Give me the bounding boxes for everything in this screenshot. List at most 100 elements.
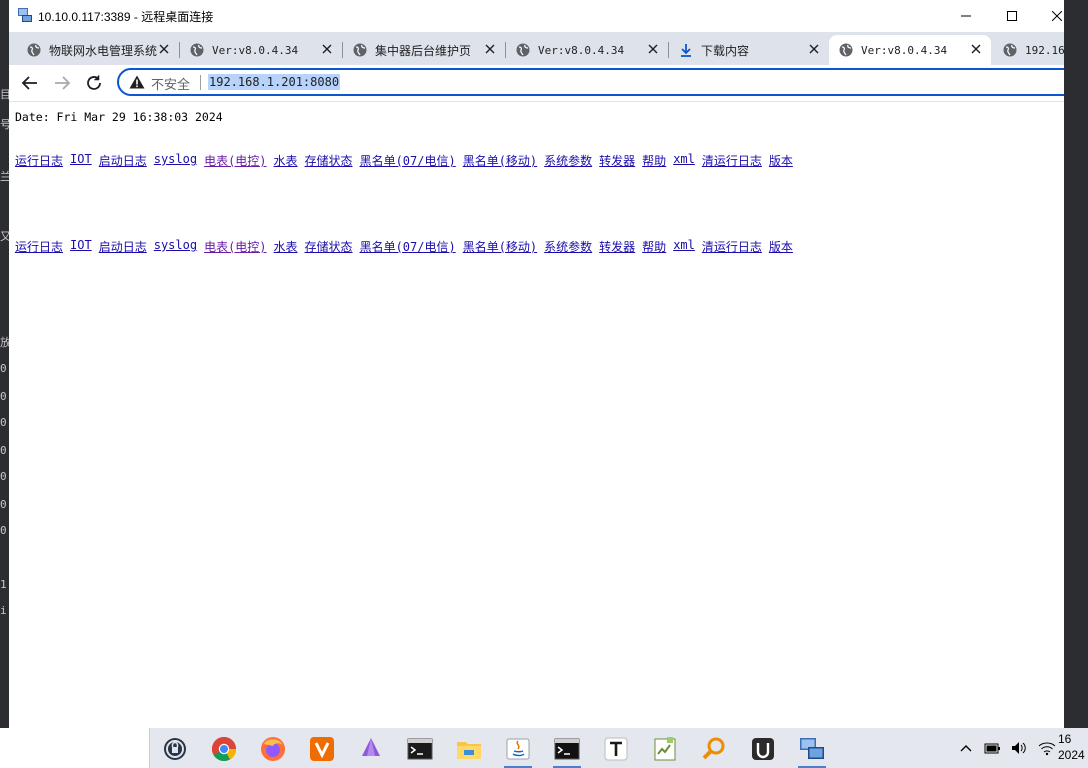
- address-bar[interactable]: 不安全 192.168.1.201:8080: [117, 68, 1064, 96]
- wifi-icon[interactable]: [1038, 740, 1056, 756]
- close-tab-icon[interactable]: [807, 42, 821, 56]
- tab-version-1[interactable]: Ver:v8.0.4.34: [180, 35, 343, 65]
- link-run-log[interactable]: 运行日志: [15, 152, 63, 169]
- file-explorer-icon: [457, 742, 481, 759]
- link-storage-status[interactable]: 存储状态: [305, 238, 353, 255]
- taskbar-app-file-explorer[interactable]: [449, 732, 489, 766]
- link-version[interactable]: 版本: [769, 152, 793, 169]
- chevron-up-icon[interactable]: [958, 740, 974, 756]
- link-help[interactable]: 帮助: [642, 238, 666, 255]
- speaker-icon[interactable]: [1010, 740, 1028, 756]
- system-tray: [958, 728, 1056, 768]
- background-char: 0: [0, 444, 7, 457]
- tab-label: 192.168: [1025, 43, 1064, 57]
- link-run-log[interactable]: 运行日志: [15, 238, 63, 255]
- browser-tab-strip: 物联网水电管理系统 Ver:v8.0.4.34 集中器后台维护页 Ver:v8.…: [9, 32, 1064, 65]
- taskbar-app-typora[interactable]: [596, 732, 636, 766]
- taskbar-app-unity[interactable]: [743, 732, 783, 766]
- close-tab-icon[interactable]: [483, 42, 497, 56]
- taskbar-app-vivaldi[interactable]: [302, 732, 342, 766]
- link-boot-log[interactable]: 启动日志: [99, 238, 147, 255]
- tab-iot-management[interactable]: 物联网水电管理系统: [17, 35, 180, 65]
- taskbar-app-firefox[interactable]: [253, 732, 293, 766]
- taskbar: 16 2024: [0, 728, 1088, 768]
- close-window-button[interactable]: [1034, 0, 1064, 32]
- security-icon: [164, 738, 186, 760]
- firefox-icon: [261, 737, 285, 761]
- tab-version-active[interactable]: Ver:v8.0.4.34: [829, 35, 991, 65]
- warning-icon[interactable]: [129, 75, 145, 89]
- link-iot[interactable]: IOT: [70, 238, 92, 255]
- background-char: 0: [0, 362, 7, 375]
- window-title: 10.10.0.117:3389 - 远程桌面连接: [38, 10, 214, 24]
- background-char: 0: [0, 390, 7, 403]
- search-tool-icon: [702, 737, 725, 760]
- link-syslog[interactable]: syslog: [154, 238, 197, 255]
- link-electric-meter[interactable]: 电表(电控): [204, 152, 266, 169]
- taskbar-app-java[interactable]: [498, 732, 538, 768]
- background-char: 1: [0, 578, 7, 591]
- background-char: 0: [0, 416, 7, 429]
- link-boot-log[interactable]: 启动日志: [99, 152, 147, 169]
- link-forwarder[interactable]: 转发器: [599, 152, 635, 169]
- link-water-meter[interactable]: 水表: [274, 238, 298, 255]
- taskbar-app-chrome[interactable]: [204, 732, 244, 766]
- taskbar-app-cmd[interactable]: [547, 732, 587, 768]
- tab-ip-address[interactable]: 192.168: [993, 35, 1064, 65]
- link-xml[interactable]: xml: [673, 238, 695, 255]
- link-system-params[interactable]: 系统参数: [544, 238, 592, 255]
- reload-button[interactable]: [82, 71, 106, 95]
- taskbar-app-crystal[interactable]: [351, 732, 391, 766]
- back-button[interactable]: [18, 71, 42, 95]
- tab-downloads[interactable]: 下载内容: [669, 35, 829, 65]
- link-clear-run-log[interactable]: 清运行日志: [702, 238, 762, 255]
- link-blacklist-telecom[interactable]: 黑名单(07/电信): [360, 238, 456, 255]
- link-xml[interactable]: xml: [673, 152, 695, 169]
- globe-icon: [27, 43, 41, 57]
- download-icon: [681, 44, 691, 57]
- taskbar-app-notepad-plus[interactable]: [645, 732, 685, 766]
- link-water-meter[interactable]: 水表: [274, 152, 298, 169]
- background-window-strip: 目 号 兰 又 放 0 0 0 0 0 0 0 1 i: [0, 0, 11, 728]
- url-text[interactable]: 192.168.1.201:8080: [208, 74, 341, 90]
- back-arrow-icon: [21, 76, 37, 90]
- minimize-button[interactable]: [943, 0, 989, 32]
- taskbar-app-terminal[interactable]: [400, 732, 440, 766]
- link-help[interactable]: 帮助: [642, 152, 666, 169]
- battery-icon[interactable]: [984, 740, 1002, 756]
- vivaldi-icon: [310, 737, 334, 761]
- background-char: 0: [0, 498, 7, 511]
- tab-label: Ver:v8.0.4.34: [538, 43, 625, 57]
- tab-label: 物联网水电管理系统: [49, 43, 157, 58]
- tab-concentrator-admin[interactable]: 集中器后台维护页: [343, 35, 506, 65]
- link-system-params[interactable]: 系统参数: [544, 152, 592, 169]
- taskbar-app-search-tool[interactable]: [694, 732, 734, 766]
- link-storage-status[interactable]: 存储状态: [305, 152, 353, 169]
- security-status[interactable]: 不安全: [151, 74, 190, 93]
- link-syslog[interactable]: syslog: [154, 152, 197, 169]
- close-tab-icon[interactable]: [646, 42, 660, 56]
- link-version[interactable]: 版本: [769, 238, 793, 255]
- tab-label: 集中器后台维护页: [375, 43, 472, 58]
- link-iot[interactable]: IOT: [70, 152, 92, 169]
- close-tab-icon[interactable]: [320, 42, 334, 56]
- link-clear-run-log[interactable]: 清运行日志: [702, 152, 762, 169]
- link-blacklist-telecom[interactable]: 黑名单(07/电信): [360, 152, 456, 169]
- globe-icon: [353, 43, 367, 57]
- close-tab-icon[interactable]: [969, 42, 983, 56]
- tab-label: Ver:v8.0.4.34: [861, 43, 948, 57]
- maximize-button[interactable]: [989, 0, 1035, 32]
- taskbar-app-remote-desktop[interactable]: [792, 732, 832, 768]
- link-electric-meter[interactable]: 电表(电控): [204, 238, 266, 255]
- tab-version-2[interactable]: Ver:v8.0.4.34: [506, 35, 669, 65]
- taskbar-search-box[interactable]: [0, 728, 150, 768]
- typora-icon: [604, 737, 628, 761]
- forward-button[interactable]: [50, 71, 74, 95]
- taskbar-clock[interactable]: 16 2024: [1058, 731, 1086, 763]
- taskbar-app-security[interactable]: [155, 732, 195, 766]
- link-forwarder[interactable]: 转发器: [599, 238, 635, 255]
- close-tab-icon[interactable]: [157, 42, 171, 56]
- link-blacklist-mobile[interactable]: 黑名单(移动): [463, 152, 537, 169]
- link-blacklist-mobile[interactable]: 黑名单(移动): [463, 238, 537, 255]
- remote-desktop-icon: [18, 8, 32, 22]
